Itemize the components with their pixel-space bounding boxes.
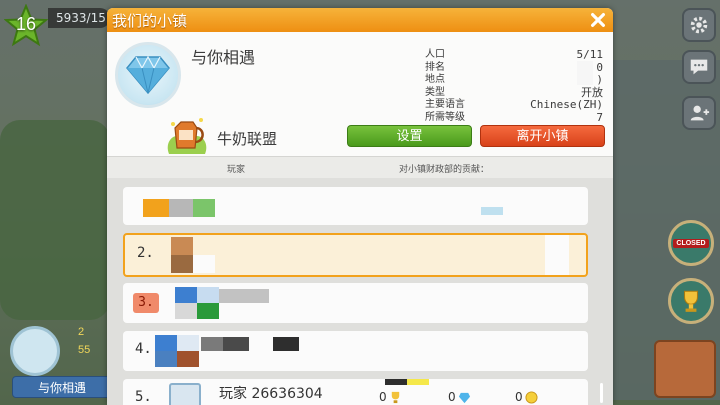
info-value: ) [596, 73, 603, 86]
close-button[interactable] [587, 9, 609, 31]
closed-town-button[interactable]: CLOSED [668, 220, 714, 266]
town-stat-trophies: 2 [78, 326, 85, 338]
closed-sign: CLOSED [673, 238, 709, 248]
trophy-icon [683, 290, 699, 312]
member-row[interactable]: 3. [123, 283, 588, 323]
town-info-section: 与你相遇 人口 5/11 排名 0 地点 ) 类型 开放 主要语言 Chines… [107, 32, 613, 156]
rank-label: 4. [135, 341, 152, 357]
town-dialog: 我们的小镇 与你相遇 人口 5/11 排名 0 地点) 类型 开放 主要语言 … [107, 8, 613, 405]
rank-badge: 3. [133, 293, 159, 313]
level-badge[interactable]: 16 [3, 3, 49, 48]
town-badge-icon[interactable] [10, 326, 60, 376]
info-value: Chinese(ZH) [530, 98, 603, 111]
info-label: 人口 [425, 49, 445, 60]
settings-button[interactable] [682, 8, 716, 42]
info-label: 类型 [425, 86, 445, 98]
rank-label: 2. [137, 245, 154, 261]
leave-town-button[interactable]: 离开小镇 [480, 125, 605, 147]
house-button[interactable] [654, 340, 716, 398]
dialog-header: 我们的小镇 [107, 8, 613, 32]
member-list-header: 玩家 对小镇财政部的贡献： [107, 156, 613, 178]
coin-icon [525, 390, 538, 404]
info-label: 排名 [425, 61, 445, 73]
town-name: 与你相遇 [191, 48, 256, 67]
member-row[interactable] [123, 187, 588, 225]
gem-icon [458, 392, 470, 403]
scrollbar[interactable] [600, 383, 603, 403]
rank-label: 5. [135, 389, 152, 405]
stat-trophies: 0 [379, 390, 402, 404]
info-label: 主要语言 [425, 99, 465, 110]
member-row[interactable]: 5. 玩家 26636304 0 0 0 [123, 379, 588, 405]
town-settings-button[interactable]: 设置 [347, 125, 472, 147]
gear-icon [690, 16, 708, 34]
alliance-name: 牛奶联盟 [217, 130, 278, 148]
info-row-language: 主要语言 Chinese(ZH) [425, 98, 603, 112]
info-row-population: 人口 5/11 [425, 48, 604, 62]
chat-button[interactable] [682, 50, 716, 84]
info-value: 5/11 [576, 48, 604, 61]
avatar [169, 383, 201, 405]
town-name-tab[interactable]: 与你相遇 [12, 376, 112, 398]
info-row-required-level: 所需等级 7 [425, 110, 603, 125]
column-contribution: 对小镇财政部的贡献： [399, 165, 490, 175]
chat-icon [690, 59, 708, 75]
add-friend-icon [690, 105, 710, 121]
info-label: 所需等级 [425, 111, 465, 123]
level-number: 16 [15, 14, 37, 34]
player-name: 玩家 26636304 [219, 386, 323, 402]
town-stat-coins: 55 [78, 344, 91, 356]
info-value: 7 [596, 110, 603, 124]
add-friend-button[interactable] [682, 96, 716, 130]
column-player: 玩家 [227, 165, 246, 175]
dialog-title: 我们的小镇 [112, 12, 188, 30]
trophy-button[interactable] [668, 278, 714, 324]
member-row-current-player[interactable]: 2. [123, 233, 588, 277]
member-list[interactable]: 2. 3. 4. 5. 玩家 26636304 0 0 0 [107, 178, 613, 405]
stat-gems: 0 [448, 390, 471, 404]
trophy-icon [391, 391, 399, 403]
diamond-icon [126, 55, 170, 95]
xp-counter: 5933/15 [48, 8, 110, 28]
info-label: 地点 [425, 74, 445, 85]
stat-coins: 0 [515, 390, 538, 404]
redacted-area [577, 61, 593, 85]
member-row[interactable]: 4. [123, 331, 588, 371]
close-icon [591, 13, 605, 27]
town-emblem [115, 42, 181, 108]
milk-jug-icon [167, 118, 207, 154]
